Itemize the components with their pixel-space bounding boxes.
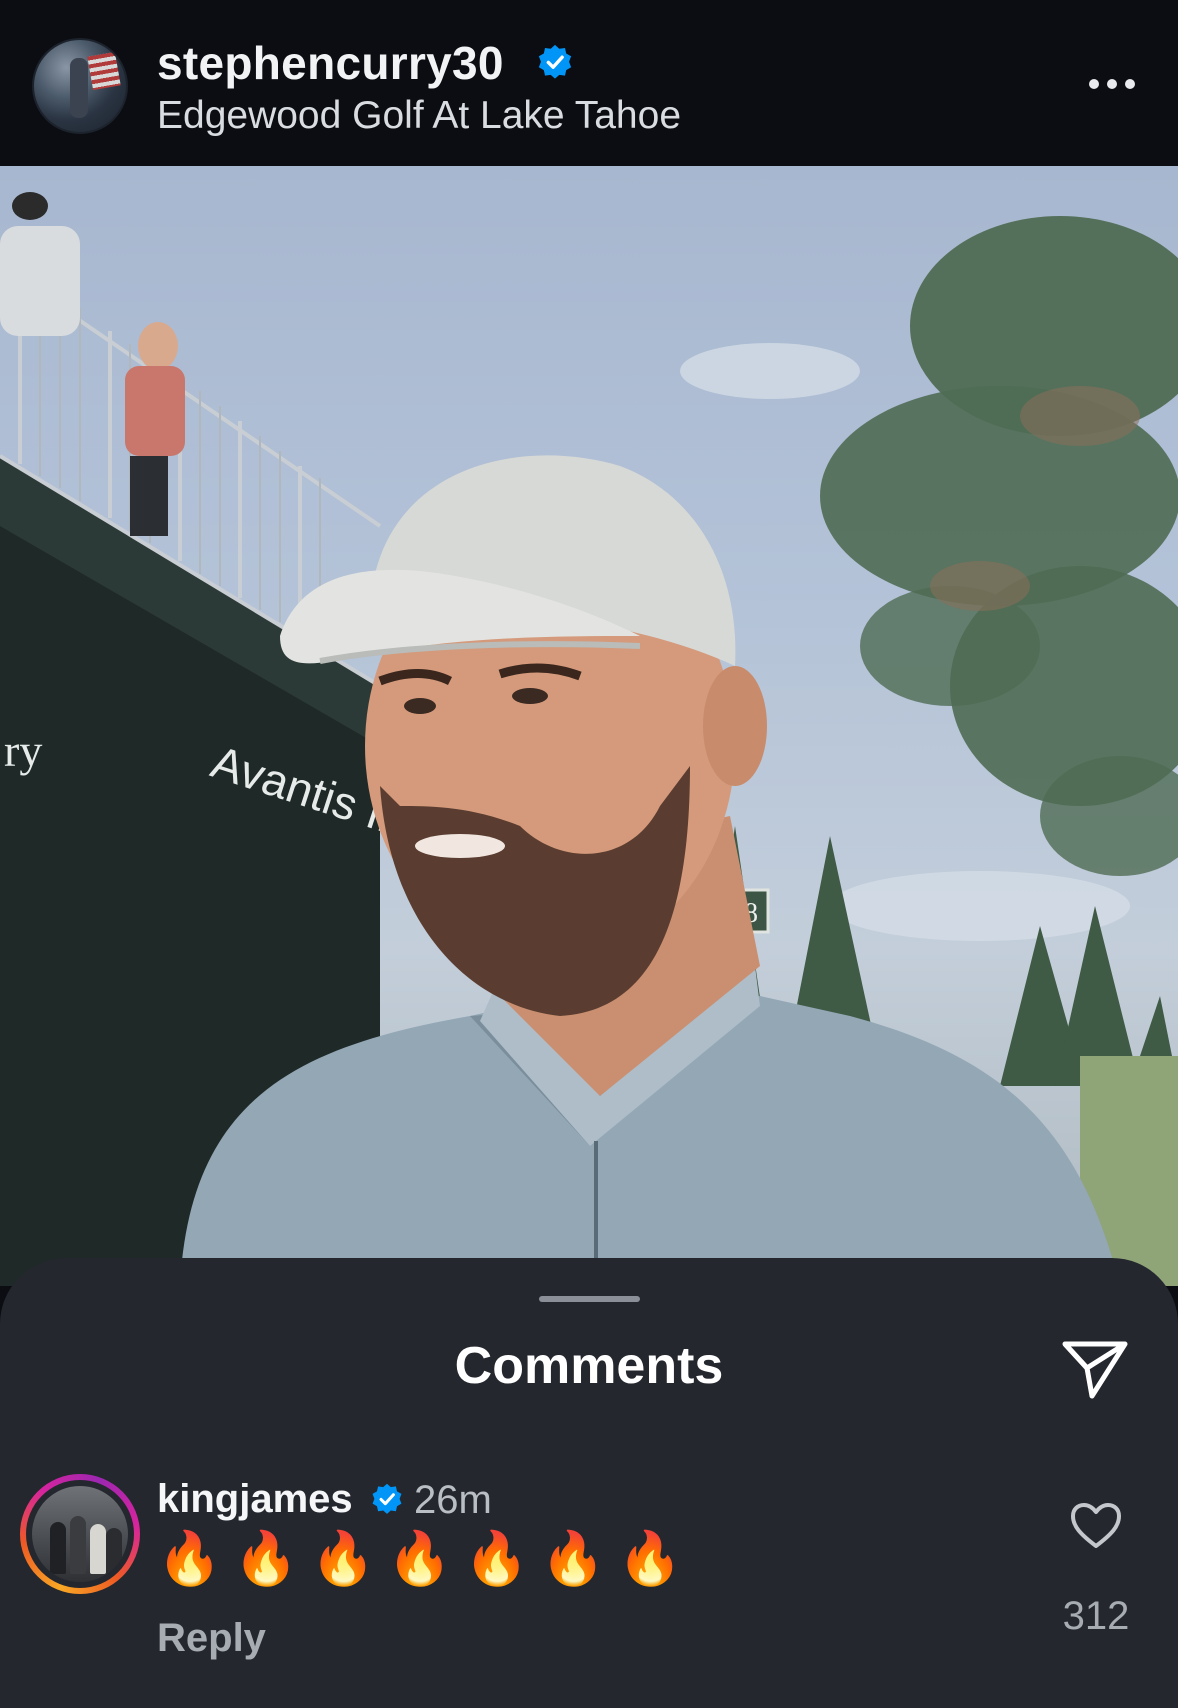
more-options-icon[interactable] bbox=[1088, 76, 1136, 92]
comment-text: 🔥🔥🔥🔥🔥🔥🔥 bbox=[157, 1529, 695, 1589]
comment-timestamp: 26m bbox=[414, 1478, 492, 1522]
like-count: 312 bbox=[1062, 1594, 1130, 1638]
verified-badge-icon bbox=[372, 1483, 402, 1514]
comment-item: kingjames 26m 🔥🔥🔥🔥🔥🔥🔥 Reply 312 bbox=[0, 1258, 1178, 1708]
post-location[interactable]: Edgewood Golf At Lake Tahoe bbox=[157, 96, 681, 135]
verified-badge-icon bbox=[538, 44, 572, 79]
banner-text-partial: ry bbox=[4, 725, 42, 776]
post-header: stephencurry30 Edgewood Golf At Lake Tah… bbox=[0, 0, 1178, 166]
story-ring-avatar[interactable] bbox=[20, 1474, 140, 1594]
profile-avatar[interactable] bbox=[32, 38, 128, 134]
heart-icon[interactable] bbox=[1070, 1502, 1122, 1550]
post-username[interactable]: stephencurry30 bbox=[157, 40, 504, 86]
commenter-username[interactable]: kingjames bbox=[157, 1479, 353, 1519]
commenter-avatar[interactable] bbox=[32, 1486, 128, 1582]
comments-sheet: Comments kingjames 26m 🔥🔥🔥🔥🔥🔥🔥 Reply 312 bbox=[0, 1258, 1178, 1708]
post-photo[interactable]: 18 Avantis Investors bbox=[0, 166, 1178, 1286]
reply-button[interactable]: Reply bbox=[157, 1618, 266, 1658]
